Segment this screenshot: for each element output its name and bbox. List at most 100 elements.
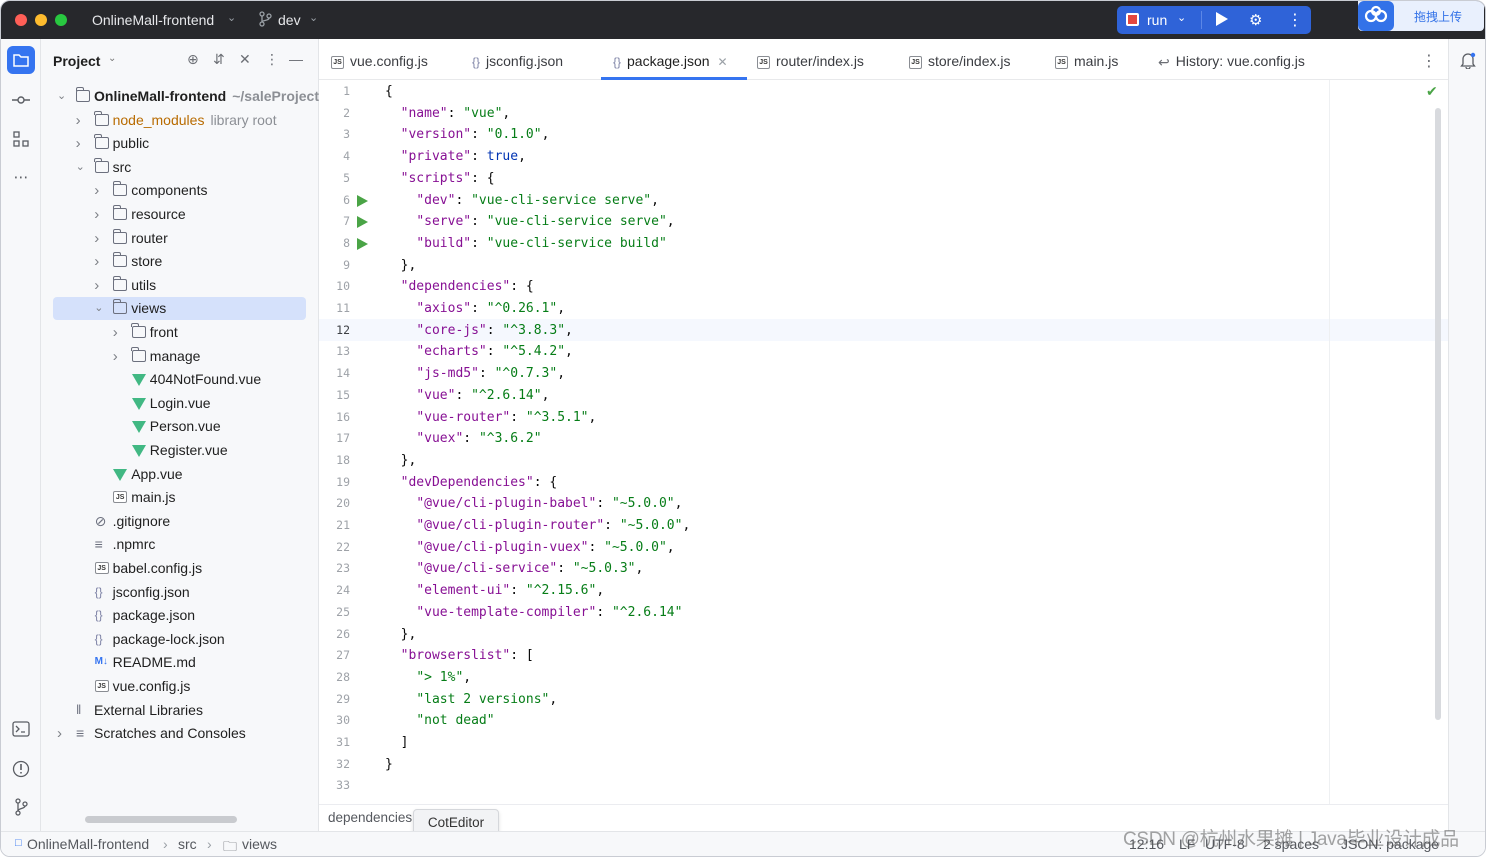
chevron-down-icon[interactable]: ⌄ (57, 85, 66, 108)
tree-item[interactable]: › public (41, 132, 319, 155)
chevron-down-icon[interactable]: ⌄ (94, 297, 103, 320)
chevron-right-icon[interactable]: › (76, 109, 81, 132)
tree-item[interactable]: App.vue (41, 463, 319, 486)
breadcrumb-dependencies[interactable]: dependencies (328, 810, 412, 825)
tree-item-label: store (131, 253, 163, 270)
chevron-right-icon[interactable]: › (94, 227, 99, 250)
more-actions-icon[interactable]: ⋮ (1287, 10, 1303, 30)
tree-item-label: resource (131, 206, 186, 222)
tree-item[interactable]: › node_modules library root (41, 109, 319, 132)
tab-history-vue-config-js[interactable]: ↩ History: vue.config.js (1158, 39, 1305, 80)
tree-item[interactable]: › router (41, 227, 319, 250)
tree-item[interactable]: › resource (41, 203, 319, 226)
more-tools-button[interactable]: ⋯ (7, 163, 35, 191)
chevron-down-icon: ⌄ (309, 12, 319, 24)
tree-item[interactable]: {} package.json (41, 604, 319, 627)
tree-item[interactable]: › ≡ Scratches and Consoles (41, 722, 319, 745)
line-number: 32 (336, 756, 350, 771)
tree-item[interactable]: › components (41, 179, 319, 202)
chevron-down-icon[interactable]: ⌄ (76, 156, 85, 179)
chevron-right-icon[interactable]: › (113, 321, 118, 344)
tree-item[interactable]: ⌄ OnlineMall-frontend ~/saleProject (41, 85, 319, 108)
tree-item[interactable]: JS main.js (41, 486, 319, 509)
hide-panel-icon[interactable]: — (289, 51, 303, 67)
tree-item[interactable]: ⊘ .gitignore (41, 510, 319, 533)
run-script-icon[interactable] (357, 194, 368, 207)
options-icon[interactable]: ⋮ (265, 51, 279, 68)
chevron-right-icon[interactable]: › (94, 250, 99, 273)
tree-item[interactable]: {} package-lock.json (41, 628, 319, 651)
line-number: 27 (336, 648, 350, 663)
tree-item[interactable]: JS vue.config.js (41, 675, 319, 698)
terminal-tool-button[interactable] (7, 715, 35, 743)
commit-tool-button[interactable] (7, 86, 35, 114)
tree-item[interactable]: ‖ External Libraries (41, 699, 319, 722)
expand-all-icon[interactable]: ⇵ (213, 51, 225, 68)
status-crumb-src[interactable]: src (178, 836, 197, 852)
tree-item[interactable]: M↓ README.md (41, 651, 319, 674)
status-crumb-project[interactable]: OnlineMall-frontend (27, 836, 149, 852)
tree-item[interactable]: JS babel.config.js (41, 557, 319, 580)
chevron-right-icon[interactable]: › (57, 722, 62, 745)
tree-item[interactable]: 404NotFound.vue (41, 368, 319, 391)
baidu-cloud-icon (1358, 1, 1394, 31)
run-script-icon[interactable] (357, 237, 368, 250)
tree-item[interactable]: Register.vue (41, 439, 319, 462)
git-tool-button[interactable] (7, 793, 35, 821)
tab-main-js[interactable]: JS main.js (1055, 39, 1118, 80)
chevron-right-icon[interactable]: › (76, 132, 81, 155)
chevron-right-icon[interactable]: › (94, 274, 99, 297)
locate-file-icon[interactable]: ⊕ (187, 51, 199, 68)
project-switcher[interactable]: OnlineMall-frontend (92, 12, 214, 28)
tab-package-json[interactable]: {} package.json ✕ (613, 39, 728, 80)
chevron-right-icon[interactable]: › (94, 179, 99, 202)
js-icon: JS (331, 55, 344, 69)
inspection-ok-icon[interactable]: ✔ (1426, 83, 1438, 100)
close-window-button[interactable] (15, 14, 27, 26)
debug-bug-icon[interactable]: ⚙ (1249, 11, 1262, 29)
branch-switcher[interactable]: dev (278, 12, 301, 28)
status-crumb-views[interactable]: views (242, 836, 277, 852)
problems-tool-button[interactable] (7, 755, 35, 783)
code-line: }, (385, 452, 417, 468)
code-line: "devDependencies": { (400, 474, 558, 490)
tree-item[interactable]: ⌄ src (41, 156, 319, 179)
run-play-icon[interactable] (1216, 12, 1228, 26)
tree-item[interactable]: ⌄ views (41, 297, 319, 321)
close-tab-icon[interactable]: ✕ (718, 55, 728, 69)
tab-vue-config-js[interactable]: JS vue.config.js (331, 39, 428, 80)
tab-store-index-js[interactable]: JS store/index.js (909, 39, 1010, 80)
git-branch-icon (259, 11, 272, 27)
chevron-right-icon[interactable]: › (94, 203, 99, 226)
js-icon: JS (757, 55, 770, 69)
chevron-right-icon[interactable]: › (113, 345, 118, 368)
tab-jsconfig-json[interactable]: {} jsconfig.json (472, 39, 563, 80)
tree-item[interactable]: Login.vue (41, 392, 319, 415)
vue-file-icon (131, 421, 146, 434)
minimize-window-button[interactable] (35, 14, 47, 26)
code-editor[interactable]: 1 2 3 4 5 6 7 8 9 10 11 12 13 14 15 16 17 18 19 20 21 22 23 24 2… (319, 80, 1448, 804)
vertical-scrollbar[interactable] (1435, 108, 1441, 720)
collapse-all-icon[interactable]: ✕ (239, 51, 251, 68)
folder-icon (13, 54, 29, 67)
code-line: ] (385, 735, 409, 750)
zoom-window-button[interactable] (55, 14, 67, 26)
code-line: "dev": "vue-cli-service serve", (416, 192, 659, 208)
tree-item[interactable]: Person.vue (41, 415, 319, 438)
run-script-icon[interactable] (357, 216, 368, 229)
tree-item[interactable]: › front (41, 321, 319, 344)
tab-router-index-js[interactable]: JS router/index.js (757, 39, 864, 80)
project-view-selector[interactable]: Project (53, 53, 100, 69)
notifications-bell-icon[interactable] (1460, 51, 1476, 73)
tabs-menu-icon[interactable]: ⋮ (1421, 51, 1437, 71)
run-configuration-selector[interactable]: run (1147, 12, 1167, 28)
tree-item[interactable]: {} jsconfig.json (41, 581, 319, 604)
tree-item[interactable]: › store (41, 250, 319, 273)
project-tool-button[interactable] (7, 46, 35, 74)
horizontal-scrollbar[interactable] (85, 816, 237, 823)
structure-tool-button[interactable] (7, 125, 35, 153)
tree-item[interactable]: › utils (41, 274, 319, 297)
tree-item[interactable]: › manage (41, 345, 319, 368)
upload-widget[interactable]: 拖拽上传 (1358, 1, 1484, 31)
tree-item[interactable]: ≡ .npmrc (41, 533, 319, 556)
